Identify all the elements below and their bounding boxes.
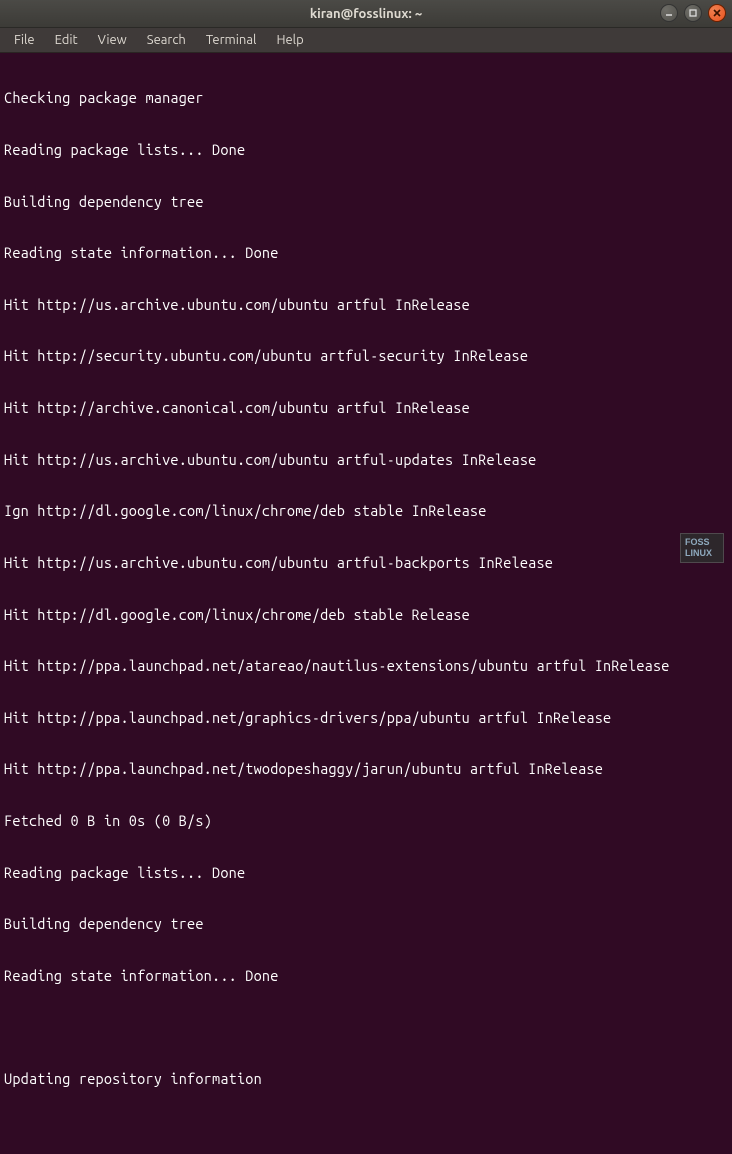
terminal-line: Hit http://us.archive.ubuntu.com/ubuntu … xyxy=(4,296,728,313)
watermark-line1: FOSS xyxy=(685,537,719,548)
terminal-line: Reading package lists... Done xyxy=(4,141,728,158)
maximize-button[interactable] xyxy=(684,4,702,22)
terminal-line xyxy=(4,1018,728,1035)
terminal-line xyxy=(4,1122,728,1139)
close-icon xyxy=(712,8,722,18)
menu-view[interactable]: View xyxy=(90,31,135,49)
terminal-line: Building dependency tree xyxy=(4,193,728,210)
terminal-line: Building dependency tree xyxy=(4,915,728,932)
menubar: File Edit View Search Terminal Help xyxy=(0,28,732,53)
terminal-line: Hit http://ppa.launchpad.net/atareao/nau… xyxy=(4,657,728,674)
window-controls xyxy=(660,4,726,22)
terminal-line: Reading state information... Done xyxy=(4,967,728,984)
window-titlebar: kiran@fosslinux: ~ xyxy=(0,0,732,28)
menu-search[interactable]: Search xyxy=(139,31,194,49)
menu-help[interactable]: Help xyxy=(268,31,311,49)
close-button[interactable] xyxy=(708,4,726,22)
terminal-line: Checking package manager xyxy=(4,89,728,106)
terminal-line: Hit http://dl.google.com/linux/chrome/de… xyxy=(4,606,728,623)
terminal-line: Ign http://dl.google.com/linux/chrome/de… xyxy=(4,502,728,519)
watermark-badge: FOSS LINUX xyxy=(680,533,724,563)
minimize-button[interactable] xyxy=(660,4,678,22)
terminal-line: Reading state information... Done xyxy=(4,244,728,261)
terminal-line: Hit http://security.ubuntu.com/ubuntu ar… xyxy=(4,347,728,364)
menu-terminal[interactable]: Terminal xyxy=(198,31,265,49)
terminal-line: Reading package lists... Done xyxy=(4,864,728,881)
maximize-icon xyxy=(688,8,698,18)
terminal-line: Updating repository information xyxy=(4,1070,728,1087)
terminal-line: Hit http://archive.canonical.com/ubuntu … xyxy=(4,399,728,416)
window-title: kiran@fosslinux: ~ xyxy=(310,7,422,21)
terminal-line: Hit http://us.archive.ubuntu.com/ubuntu … xyxy=(4,451,728,468)
terminal-output[interactable]: Checking package manager Reading package… xyxy=(0,53,732,1154)
watermark-line2: LINUX xyxy=(685,548,719,559)
terminal-line: Hit http://ppa.launchpad.net/twodopeshag… xyxy=(4,760,728,777)
menu-file[interactable]: File xyxy=(6,31,43,49)
terminal-line: Fetched 0 B in 0s (0 B/s) xyxy=(4,812,728,829)
terminal-line: Hit http://us.archive.ubuntu.com/ubuntu … xyxy=(4,554,728,571)
minimize-icon xyxy=(664,8,674,18)
terminal-line: Hit http://ppa.launchpad.net/graphics-dr… xyxy=(4,709,728,726)
menu-edit[interactable]: Edit xyxy=(47,31,86,49)
